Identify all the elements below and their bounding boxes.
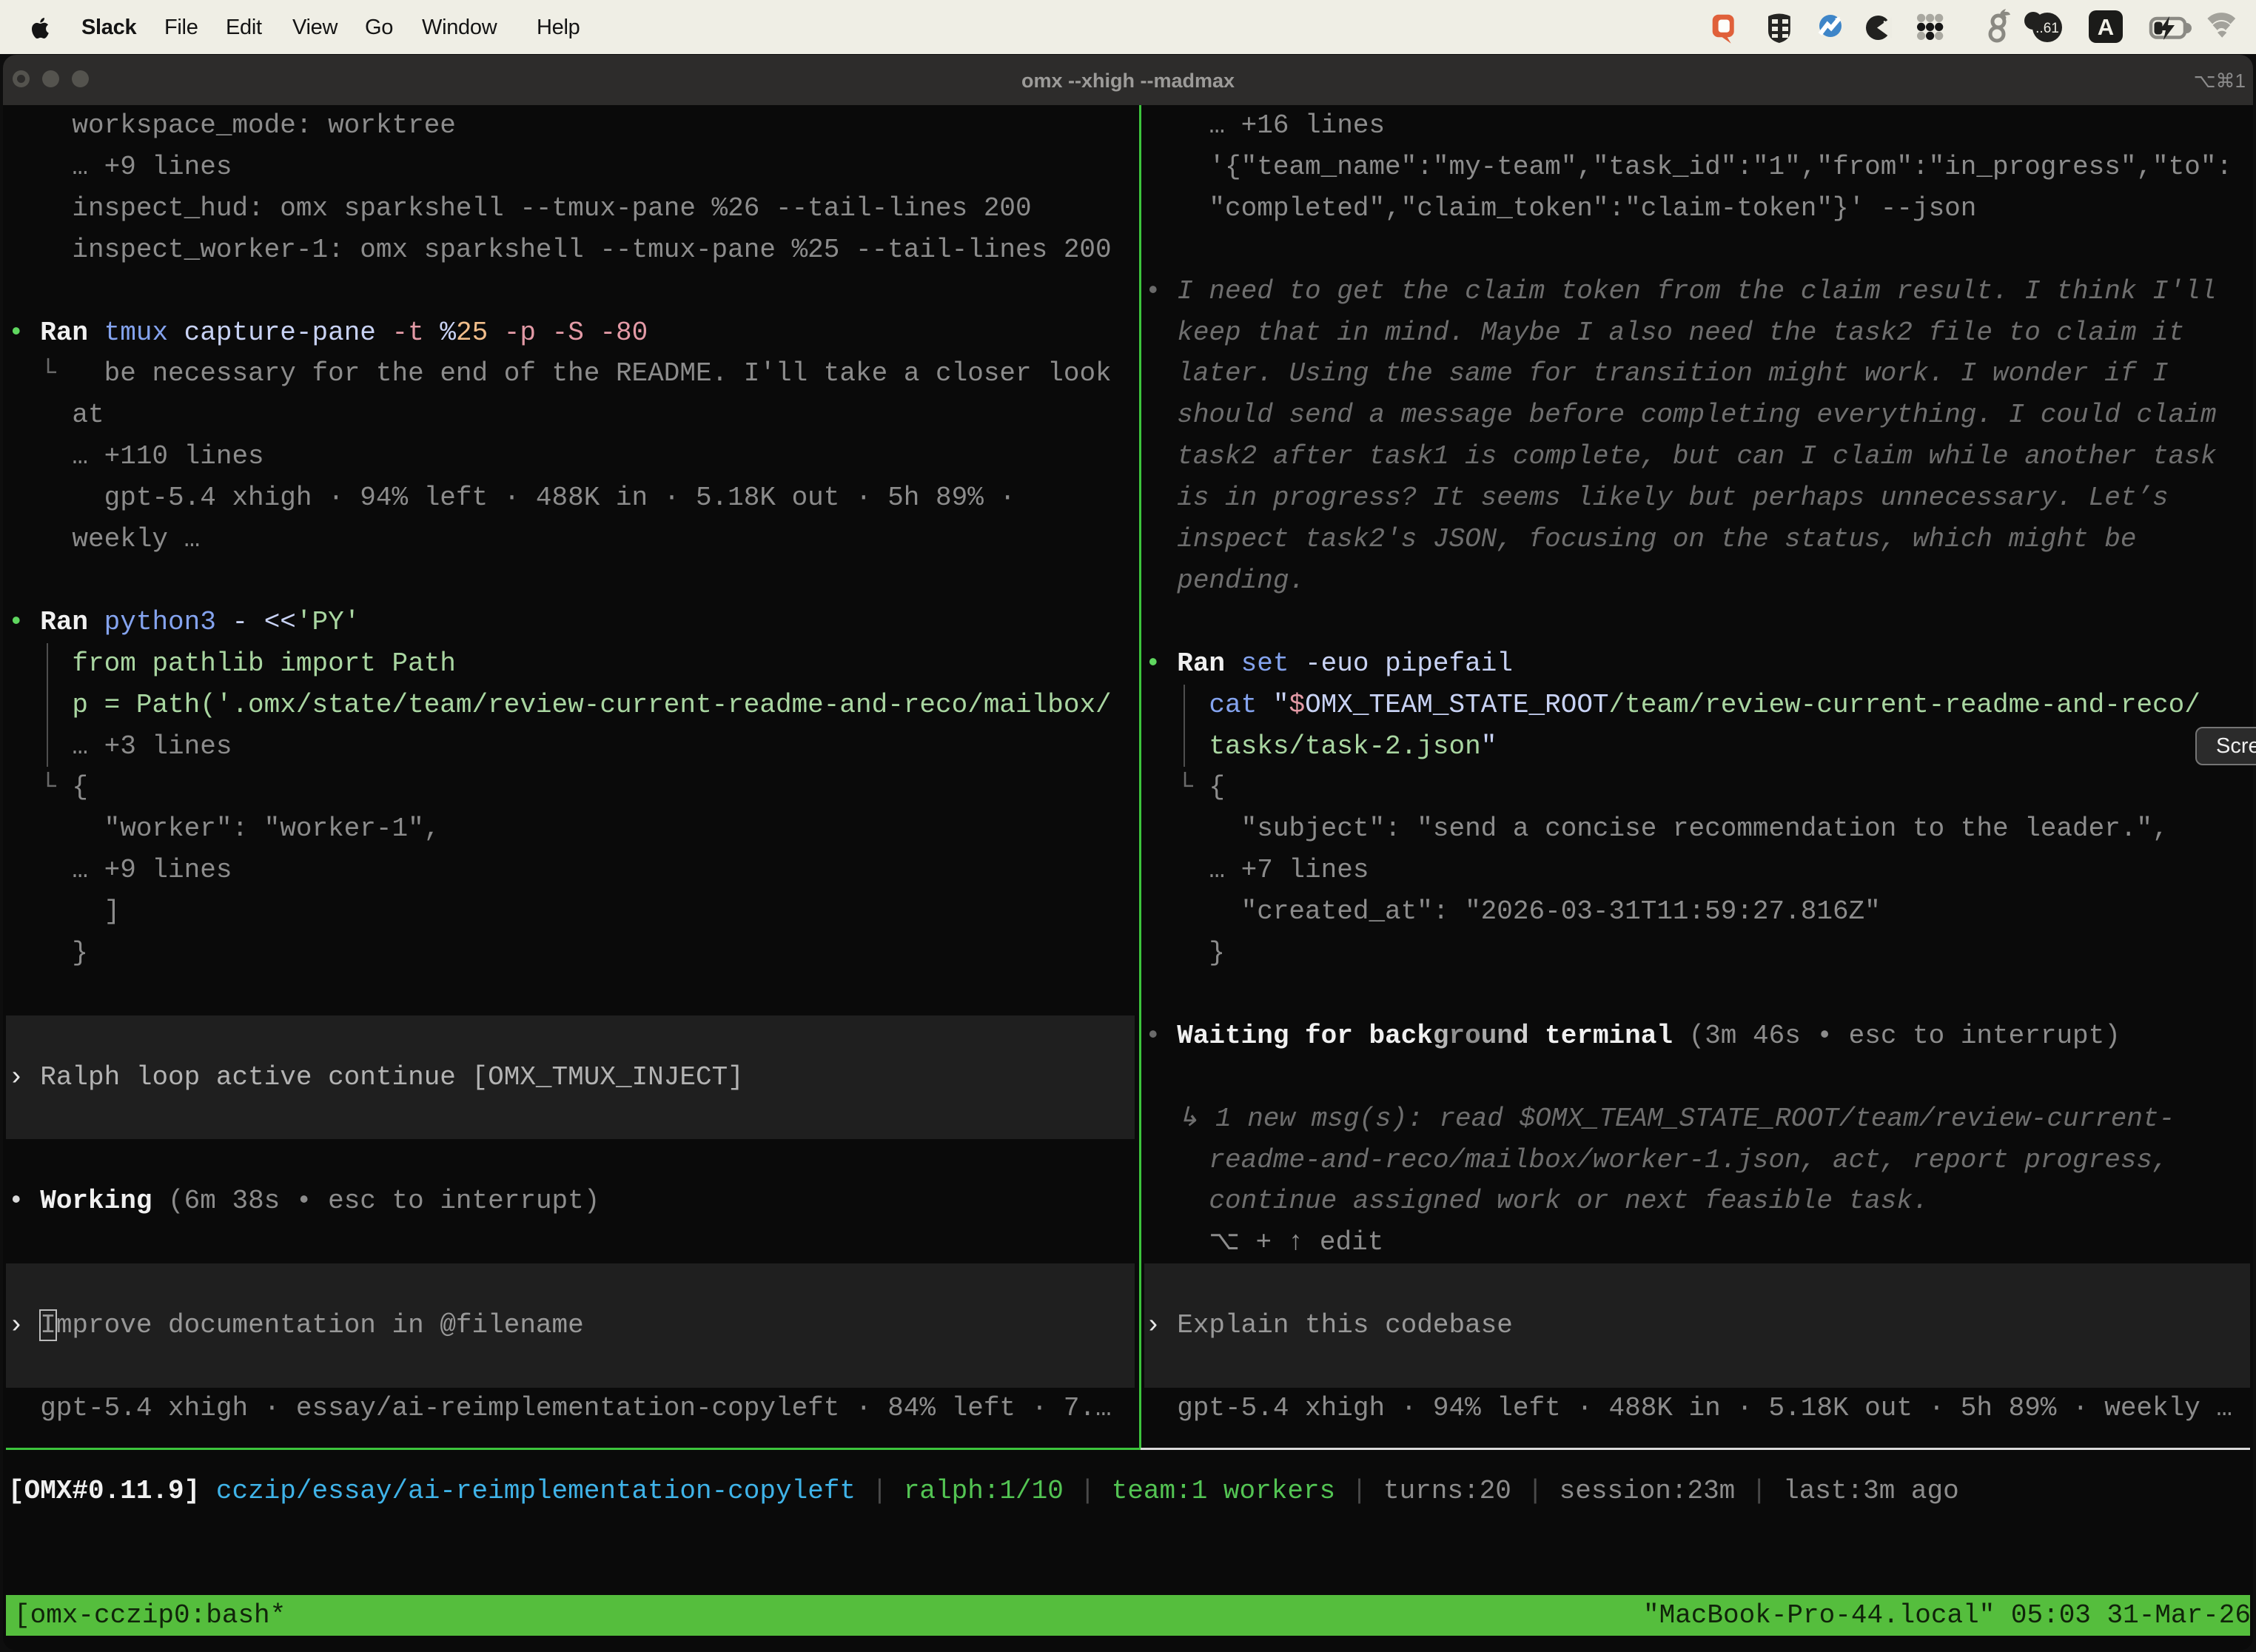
svg-text:..61: ..61 (2035, 21, 2059, 36)
svg-text:A: A (2098, 14, 2114, 40)
